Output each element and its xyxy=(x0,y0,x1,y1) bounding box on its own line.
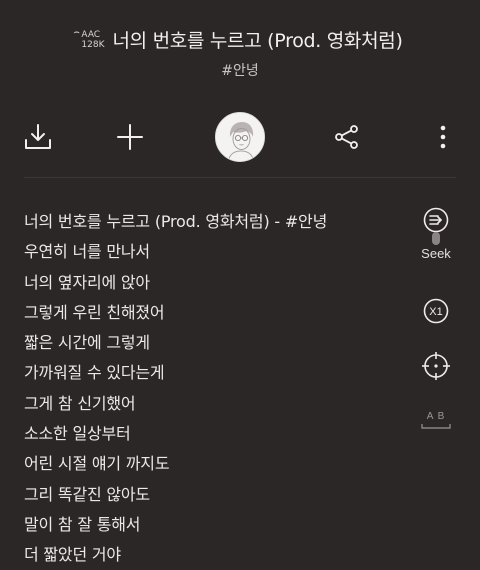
seek-icon xyxy=(423,207,449,245)
player-header: ⌢ AAC 128K 너의 번호를 누르고 (Prod. 영화처럼) #안녕 xyxy=(0,22,480,82)
playback-speed-button[interactable]: X1 xyxy=(408,297,464,325)
lyrics-list[interactable]: 너의 번호를 누르고 (Prod. 영화처럼) - #안녕 우연히 너를 만나서… xyxy=(24,207,404,570)
artist-avatar[interactable] xyxy=(215,112,265,162)
lyric-line: 그렇게 우린 친해졌어 xyxy=(24,302,165,322)
audio-quality-badge: ⌢ AAC 128K xyxy=(73,27,105,50)
speed-label: X1 xyxy=(429,306,442,318)
lyric-line: 짧은 시간에 그렇게 xyxy=(24,333,150,353)
lyric-line: 우연히 너를 만나서 xyxy=(24,242,150,262)
ab-label: A B xyxy=(427,411,446,422)
lyric-line: 말이 참 잘 통해서 xyxy=(24,514,141,534)
add-button[interactable] xyxy=(110,112,150,162)
lyric-line: 그게 참 신기했어 xyxy=(24,393,136,413)
avatar-portrait-icon xyxy=(216,113,264,161)
header-divider xyxy=(24,177,456,178)
ab-repeat-icon: A B xyxy=(421,411,451,429)
seek-label: Seek xyxy=(421,246,451,261)
share-icon xyxy=(335,125,358,149)
speed-badge-icon: X1 xyxy=(423,298,449,324)
lyric-line: 어린 시절 얘기 까지도 xyxy=(24,454,170,474)
seek-toggle[interactable]: Seek xyxy=(408,205,464,261)
song-title: 너의 번호를 누르고 (Prod. 영화처럼) xyxy=(112,30,403,52)
ab-repeat-button[interactable]: A B xyxy=(408,409,464,431)
download-icon xyxy=(25,124,51,149)
title-row: ⌢ AAC 128K 너의 번호를 누르고 (Prod. 영화처럼) xyxy=(0,26,480,53)
more-options-button[interactable] xyxy=(428,112,458,162)
lyric-line: 너의 옆자리에 앉아 xyxy=(24,272,150,292)
lyric-line: 가까워질 수 있다는게 xyxy=(24,363,165,383)
lyric-line: 더 짧았던 거야 xyxy=(24,545,121,565)
lyric-line: 너의 번호를 누르고 (Prod. 영화처럼) - #안녕 xyxy=(24,212,328,231)
lyric-line: 그리 똑같진 않아도 xyxy=(24,484,150,504)
quality-swoosh-icon: ⌢ xyxy=(73,26,80,38)
locate-current-line-button[interactable] xyxy=(408,351,464,381)
quality-format: AAC xyxy=(81,29,101,40)
action-toolbar xyxy=(0,112,480,162)
more-vertical-icon xyxy=(440,125,446,149)
plus-icon xyxy=(117,124,143,150)
quality-bitrate: 128K xyxy=(81,39,105,50)
lyric-line: 소소한 일상부터 xyxy=(24,424,131,444)
share-button[interactable] xyxy=(327,112,367,162)
artist-name[interactable]: #안녕 xyxy=(0,60,480,80)
crosshair-icon xyxy=(422,352,450,380)
download-button[interactable] xyxy=(18,112,58,162)
